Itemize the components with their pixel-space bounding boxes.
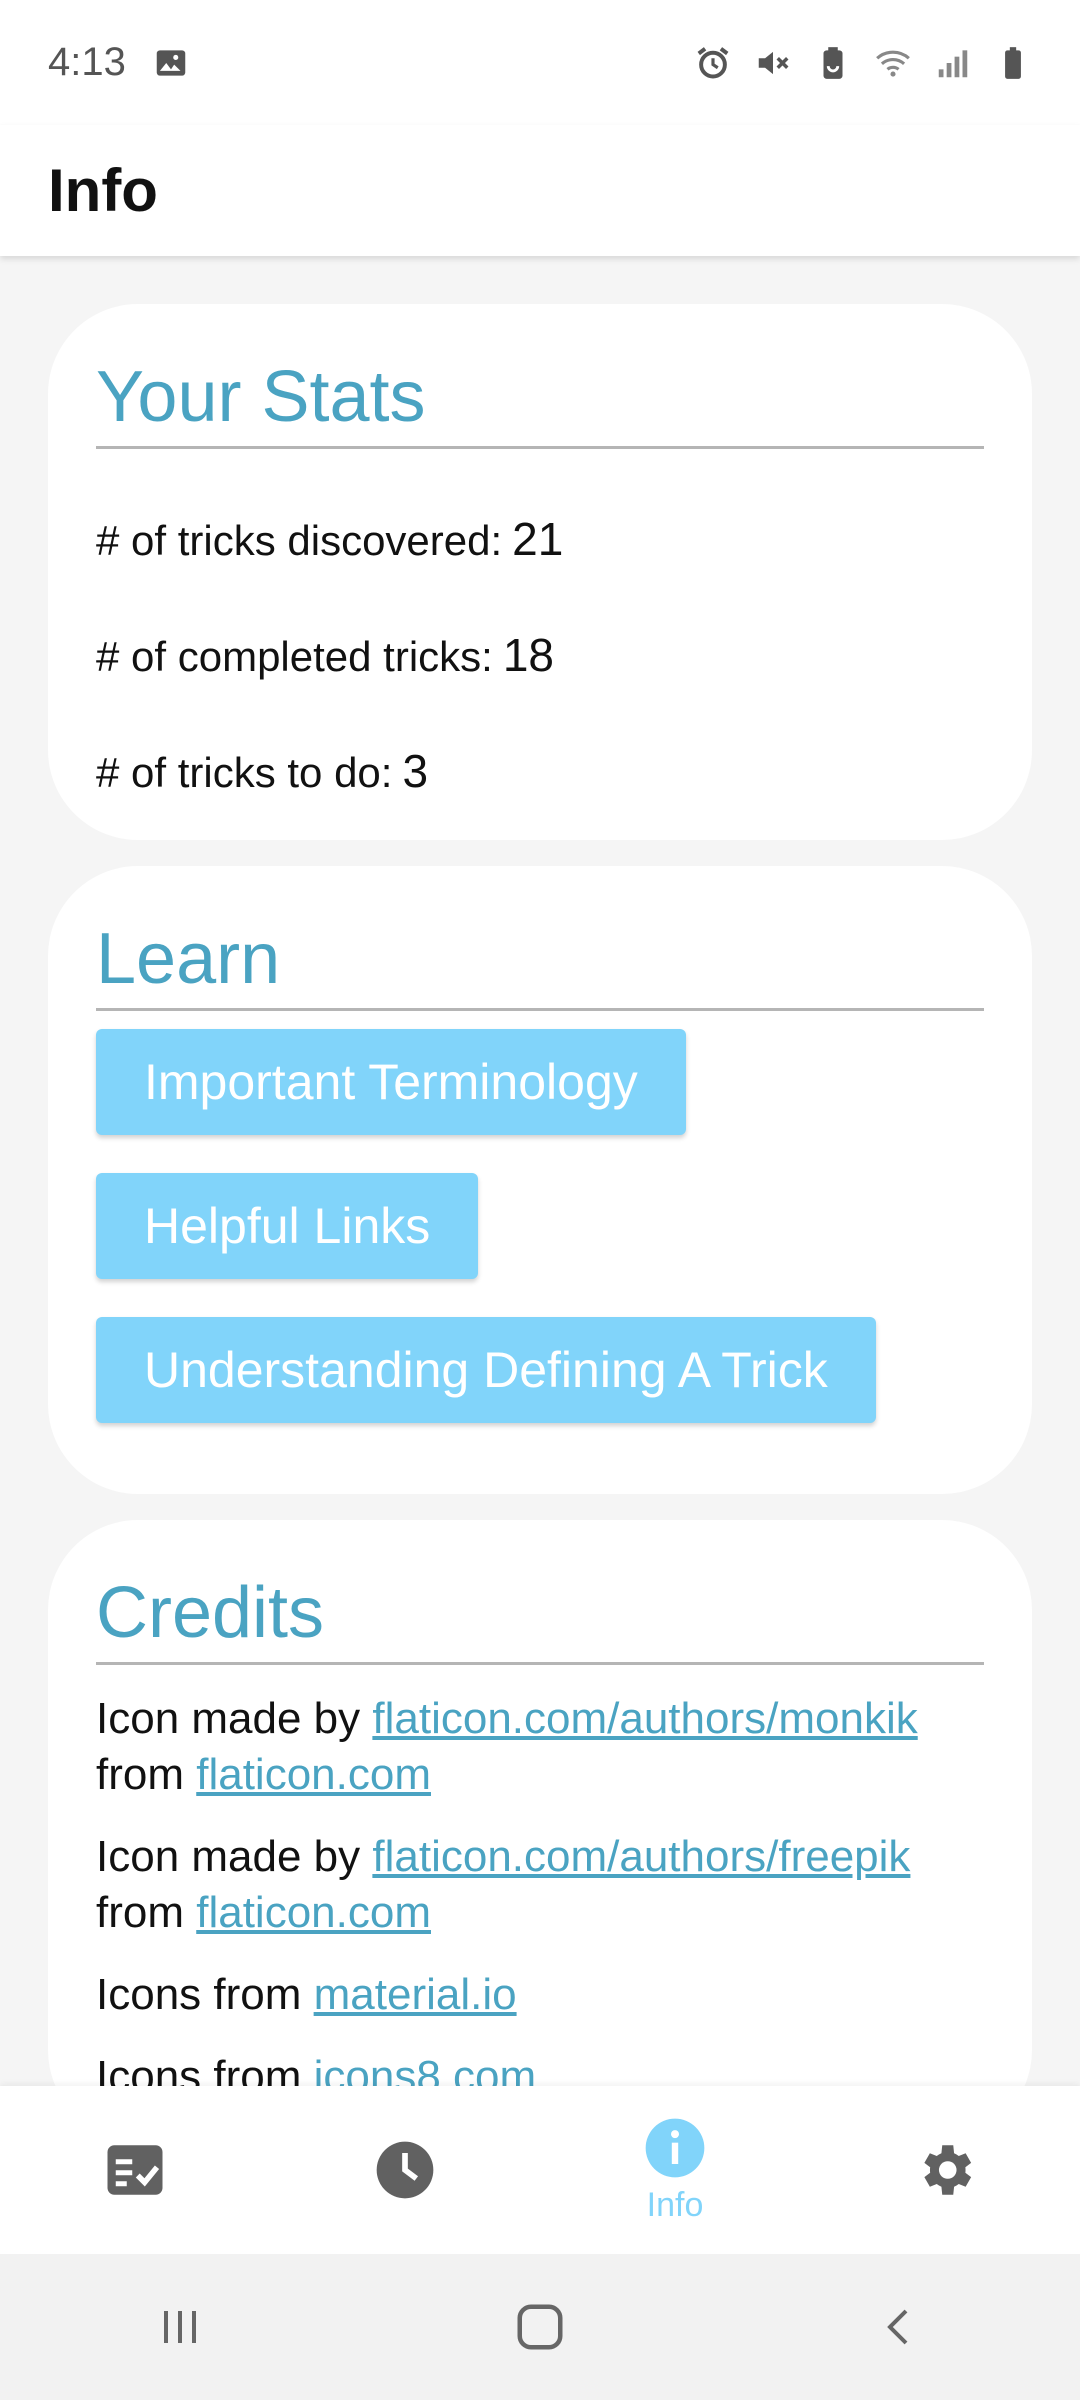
wifi-icon (876, 50, 910, 77)
recents-icon (164, 2311, 196, 2343)
credit-monkik: Icon made by flaticon.com/authors/monkik… (96, 1694, 918, 1799)
stat-discovered-value: 21 (512, 513, 564, 565)
page-title: Info (48, 157, 158, 224)
mute-icon (758, 51, 789, 74)
checklist-icon (107, 2145, 163, 2195)
flaticon-link-2[interactable]: flaticon.com (196, 1888, 431, 1937)
stat-todo-value: 3 (402, 745, 429, 797)
stats-card: Your Stats # of tricks discovered: 21 # o… (48, 304, 1032, 840)
stat-completed-value: 18 (502, 629, 554, 681)
status-time: 4:13 (48, 40, 126, 84)
screen: 4:13 Info Your Stats # of tricks discove… (0, 0, 1080, 2400)
material-link[interactable]: material.io (314, 1970, 517, 2019)
bottom-nav: Info (0, 2086, 1080, 2254)
helpful-links-button[interactable]: Helpful Links (96, 1173, 479, 1279)
nav-item-settings[interactable] (845, 2086, 1045, 2254)
nav-item-history[interactable] (305, 2086, 505, 2254)
stat-completed: # of completed tricks: 18 (96, 629, 554, 681)
alarm-icon (697, 46, 729, 78)
info-icon (645, 2118, 705, 2177)
learn-card: Learn Important Terminology Helpful Link… (48, 866, 1032, 1494)
back-icon (887, 2309, 908, 2345)
image-icon (156, 49, 186, 76)
monkik-link[interactable]: flaticon.com/authors/monkik (372, 1694, 917, 1743)
home-icon (517, 2304, 563, 2350)
gear-icon (924, 2145, 972, 2195)
credit-material: Icons from material.io (96, 1970, 517, 2019)
home-button[interactable] (480, 2267, 600, 2387)
battery-icon (1005, 46, 1021, 79)
learn-title: Learn (96, 918, 984, 1011)
credits-title: Credits (96, 1572, 984, 1665)
clock-icon (376, 2141, 434, 2199)
important-terminology-button[interactable]: Important Terminology (96, 1029, 686, 1135)
stat-discovered: # of tricks discovered: 21 (96, 513, 564, 565)
stats-title: Your Stats (96, 356, 984, 449)
app-header: Info (0, 125, 1080, 256)
nav-item-info[interactable]: Info (575, 2086, 775, 2254)
system-nav-bar (0, 2254, 1080, 2400)
stat-todo: # of tricks to do: 3 (96, 745, 429, 797)
flaticon-link[interactable]: flaticon.com (196, 1750, 431, 1799)
nav-item-tricks[interactable] (35, 2086, 235, 2254)
nav-info-label: Info (646, 2185, 704, 2224)
understanding-trick-button[interactable]: Understanding Defining A Trick (96, 1317, 876, 1423)
status-bar: 4:13 (0, 0, 1080, 125)
recents-button[interactable] (120, 2267, 240, 2387)
battery-saver-icon (823, 46, 843, 79)
credit-freepik: Icon made by flaticon.com/authors/freepi… (96, 1832, 911, 1937)
credits-card: Credits Icon made by flaticon.com/author… (48, 1520, 1032, 2140)
signal-icon (938, 49, 968, 77)
freepik-link[interactable]: flaticon.com/authors/freepik (372, 1832, 910, 1881)
back-button[interactable] (840, 2267, 960, 2387)
